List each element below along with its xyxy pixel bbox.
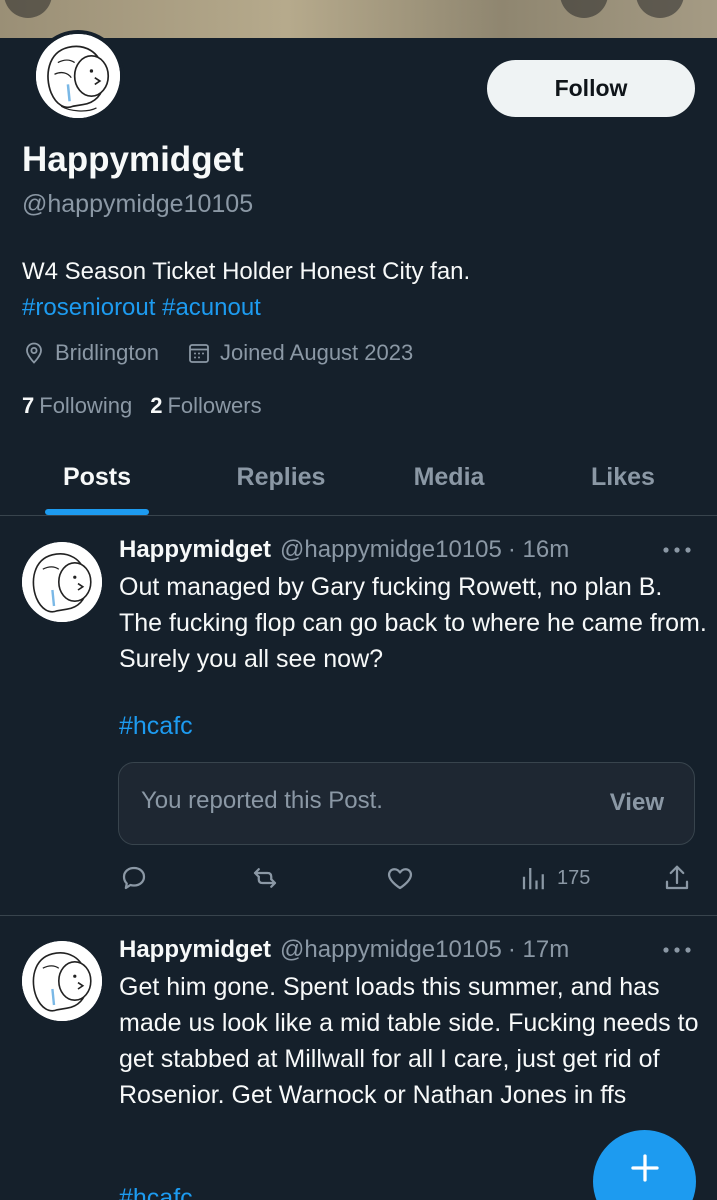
- post-text: Get him gone. Spent loads this summer, a…: [119, 973, 699, 1109]
- profile-name: Happymidget: [22, 140, 244, 179]
- reply-button[interactable]: [119, 858, 149, 898]
- post-avatar[interactable]: [22, 941, 102, 1021]
- post-author-name[interactable]: Happymidget: [119, 936, 271, 964]
- post-author-handle: @happymidge10105: [280, 536, 502, 563]
- profile-joined: Joined August 2023: [219, 340, 414, 365]
- calendar-icon: [189, 344, 209, 363]
- follow-counts: 7 Following 2 Followers: [22, 393, 280, 419]
- post-header: Happymidget @happymidge10105 · 17m: [119, 936, 569, 964]
- bio-text: W4 Season Ticket Holder Honest City fan.: [22, 258, 471, 285]
- banner-search-button[interactable]: [560, 0, 608, 18]
- post-actions: 175: [0, 858, 717, 898]
- profile-avatar[interactable]: [32, 30, 124, 122]
- post-hashtag[interactable]: #hcafc: [119, 712, 193, 741]
- views-count: 175: [557, 866, 591, 889]
- like-button[interactable]: [385, 858, 415, 898]
- tab-likes[interactable]: Likes: [546, 440, 700, 515]
- more-icon[interactable]: [662, 544, 692, 556]
- plus-icon: [630, 1153, 659, 1182]
- tab-media[interactable]: Media: [372, 440, 526, 515]
- avatar-wojak-icon: [36, 34, 120, 118]
- profile-tabs: Posts Replies Media Likes: [0, 440, 717, 516]
- post-author-handle: @happymidge10105: [280, 936, 502, 963]
- post-author-name[interactable]: Happymidget: [119, 536, 271, 564]
- share-button[interactable]: [662, 858, 692, 898]
- more-icon[interactable]: [662, 944, 692, 956]
- post-avatar[interactable]: [22, 542, 102, 622]
- post-time[interactable]: · 17m: [508, 936, 569, 964]
- followers-link[interactable]: 2 Followers: [150, 393, 261, 419]
- profile-meta: Bridlington Joined August 2023: [22, 340, 441, 366]
- avatar-wojak-icon: [22, 941, 102, 1021]
- analytics-icon: [522, 868, 544, 890]
- share-icon: [665, 865, 689, 890]
- followers-count: 2: [150, 393, 163, 418]
- compose-button[interactable]: [593, 1130, 696, 1200]
- followers-label: Followers: [167, 393, 262, 418]
- post-time[interactable]: · 16m: [508, 536, 569, 564]
- profile-bio: W4 Season Ticket Holder Honest City fan.…: [22, 254, 702, 326]
- post-divider: [0, 915, 717, 916]
- location-pin-icon: [26, 342, 42, 364]
- follow-button[interactable]: Follow: [487, 60, 695, 117]
- profile-banner[interactable]: [0, 0, 717, 38]
- bio-hashtag-roseniorout[interactable]: #roseniorout: [22, 294, 155, 321]
- active-tab-indicator: [45, 509, 149, 515]
- following-label: Following: [39, 393, 133, 418]
- bio-hashtag-acunout[interactable]: #acunout: [162, 294, 261, 321]
- post-header: Happymidget @happymidge10105 · 16m: [119, 536, 569, 564]
- view-reported-button[interactable]: View: [610, 789, 664, 817]
- banner-back-button[interactable]: [4, 0, 52, 18]
- avatar-wojak-icon: [22, 542, 102, 622]
- profile-location: Bridlington: [55, 340, 159, 365]
- repost-button[interactable]: [250, 858, 280, 898]
- profile-handle: @happymidge10105: [22, 190, 254, 218]
- heart-icon: [387, 868, 413, 890]
- tab-posts[interactable]: Posts: [22, 440, 172, 515]
- following-link[interactable]: 7 Following: [22, 393, 132, 419]
- post-hashtag[interactable]: #hcafc: [119, 1184, 193, 1200]
- banner-more-button[interactable]: [636, 0, 684, 18]
- reported-post-notice: You reported this Post. View: [118, 762, 695, 845]
- views-button[interactable]: 175: [519, 858, 590, 898]
- post-text: Out managed by Gary fucking Rowett, no p…: [119, 573, 707, 673]
- tab-replies[interactable]: Replies: [200, 440, 362, 515]
- reply-icon: [122, 866, 146, 890]
- following-count: 7: [22, 393, 35, 418]
- repost-icon: [253, 868, 277, 888]
- reported-text: You reported this Post.: [141, 787, 383, 814]
